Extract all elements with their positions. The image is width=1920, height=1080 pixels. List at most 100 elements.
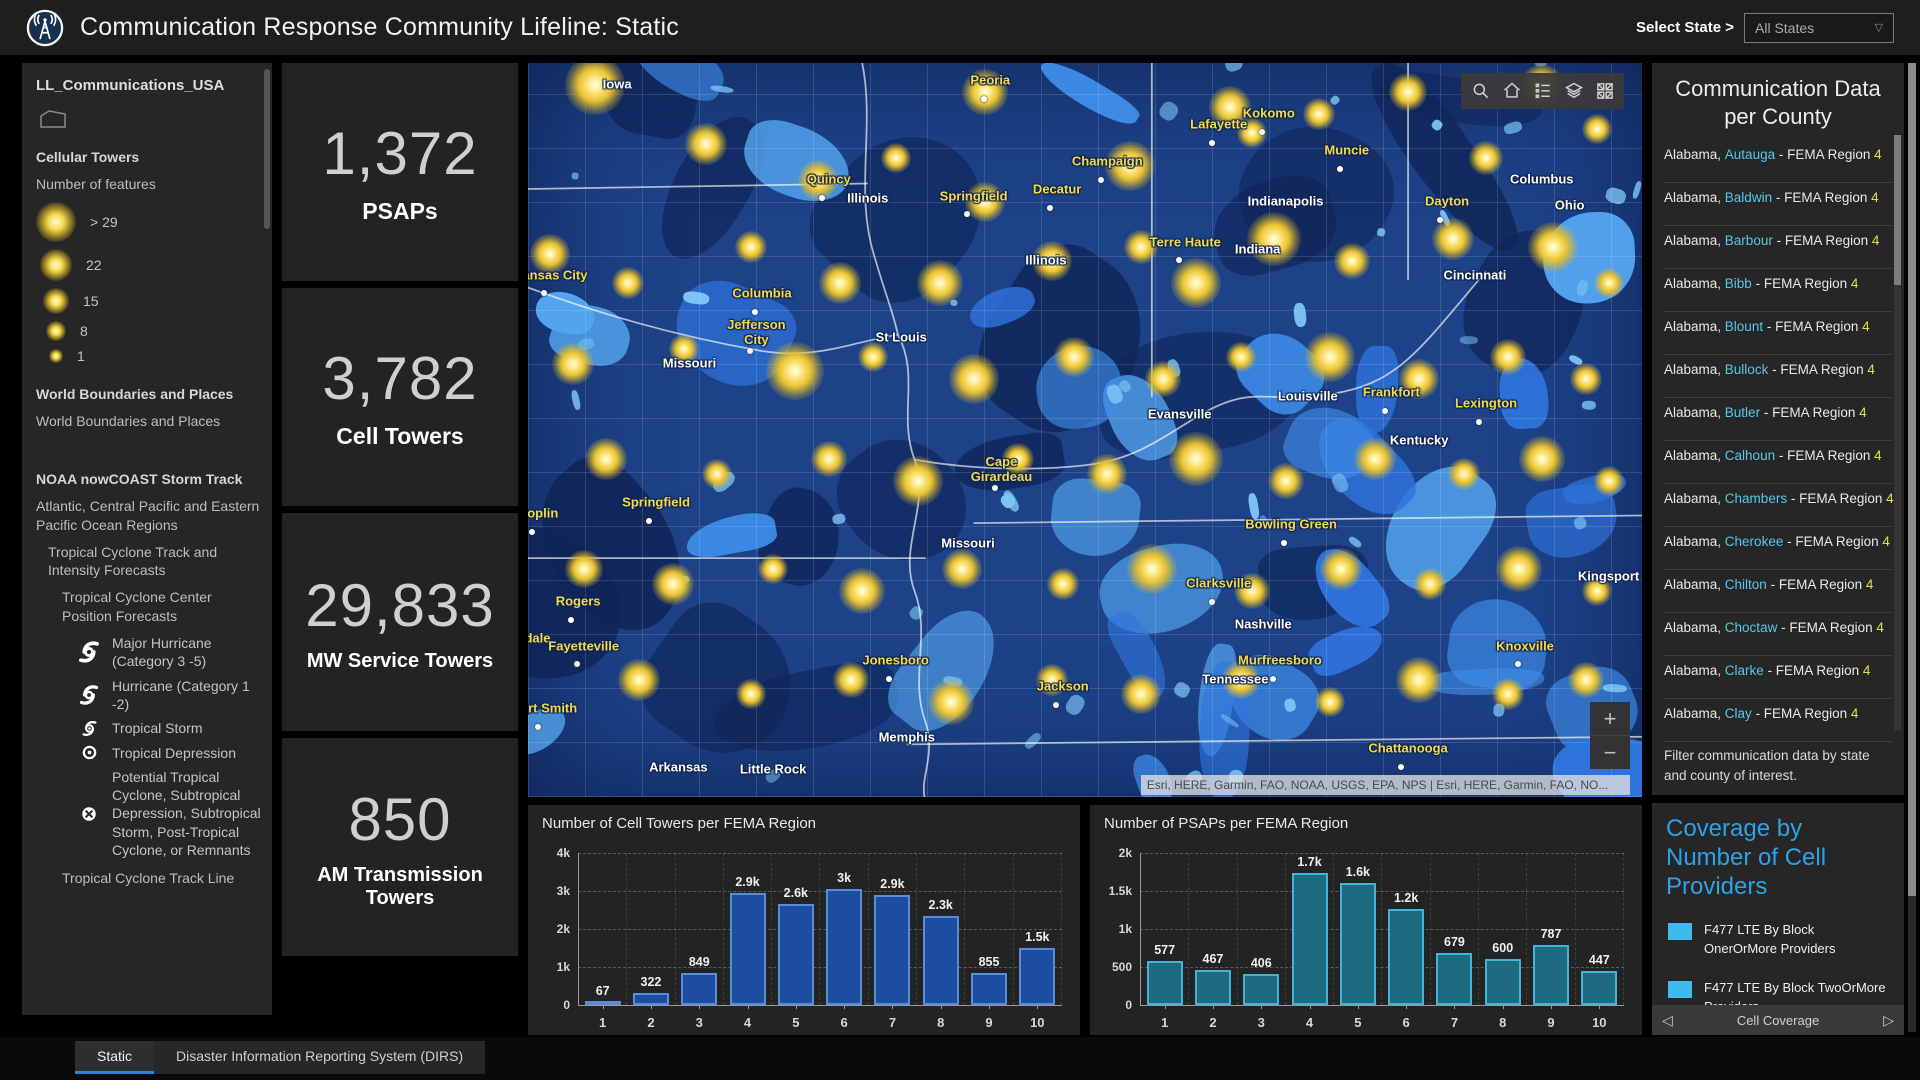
coverage-map[interactable]: IowaPeoriaKokomoLafayetteMuncieChampaign… (528, 63, 1642, 797)
zoom-in-button[interactable]: + (1590, 702, 1630, 735)
city-label: Joplin (528, 507, 558, 522)
x-axis-tick: 2 (1189, 1015, 1236, 1030)
x-axis-tickmark (844, 1005, 845, 1009)
bar[interactable] (633, 993, 669, 1005)
page-title: Communication Response Community Lifelin… (80, 13, 679, 42)
tower-dot (1389, 73, 1427, 111)
basemap-icon[interactable] (1589, 76, 1620, 106)
tower-dot (618, 659, 660, 701)
city-dot (529, 529, 535, 535)
bar[interactable] (971, 973, 1007, 1005)
tab-dirs[interactable]: Disaster Information Reporting System (D… (154, 1041, 485, 1074)
county-data-panel: Communication Data per County Alabama, A… (1652, 63, 1904, 795)
bar-value-label: 467 (1189, 952, 1236, 966)
bar[interactable] (1436, 953, 1472, 1005)
home-icon[interactable] (1496, 76, 1527, 106)
bar-value-label: 2.3k (917, 898, 964, 912)
tower-dot (736, 679, 766, 709)
search-icon[interactable] (1465, 76, 1496, 106)
legend-sidebar[interactable]: LL_Communications_USA Cellular Towers Nu… (22, 63, 272, 1015)
county-row[interactable]: Alabama, Calhoun - FEMA Region 4 (1664, 441, 1892, 484)
bar-value-label: 600 (1479, 941, 1526, 955)
tower-density-dot (49, 349, 63, 363)
bar-slot: 7879 (1527, 853, 1575, 1005)
bar[interactable] (1533, 945, 1569, 1005)
bar[interactable] (923, 916, 959, 1005)
zoom-out-button[interactable]: − (1590, 735, 1630, 769)
pager-next-icon[interactable]: ▷ (1883, 1012, 1894, 1029)
city-label: Kingsport (1578, 569, 1639, 584)
bar[interactable] (826, 889, 862, 1005)
city-label: Fayetteville (548, 639, 619, 654)
county-row[interactable]: Alabama, Bibb - FEMA Region 4 (1664, 269, 1892, 312)
bar[interactable] (1388, 909, 1424, 1005)
chart-psaps: Number of PSAPs per FEMA Region 2k1.5k1k… (1090, 805, 1642, 1035)
x-axis-tick: 9 (965, 1015, 1012, 1030)
county-row[interactable]: Alabama, Clay - FEMA Region 4 (1664, 699, 1892, 742)
bar-slot: 44710 (1576, 853, 1624, 1005)
bar[interactable] (1195, 970, 1231, 1005)
chevron-down-icon: ▽ (1875, 21, 1883, 34)
legend-item: F477 LTE By Block OnerOrMore Providers (1666, 921, 1890, 959)
tower-dot (1334, 243, 1370, 279)
bar[interactable] (778, 904, 814, 1005)
city-label: Springfield (622, 496, 690, 511)
tower-dot (1121, 674, 1161, 714)
state-dropdown[interactable]: All States ▽ (1744, 13, 1894, 43)
coverage-legend-panel: Coverage by Number of Cell Providers F47… (1652, 803, 1904, 1035)
county-row[interactable]: Alabama, Bullock - FEMA Region 4 (1664, 355, 1892, 398)
city-label: Springfield (940, 189, 1008, 204)
city-label: Indianapolis (1248, 195, 1324, 210)
tower-dot (1127, 544, 1177, 594)
bar-value-label: 1.6k (1334, 865, 1381, 879)
county-row[interactable]: Alabama, Butler - FEMA Region 4 (1664, 398, 1892, 441)
bar[interactable] (1243, 974, 1279, 1005)
bar[interactable] (1292, 873, 1328, 1005)
county-row[interactable]: Alabama, Clarke - FEMA Region 4 (1664, 656, 1892, 699)
county-row[interactable]: Alabama, Autauga - FEMA Region 4 (1664, 140, 1892, 183)
y-axis-tick: 500 (1112, 960, 1132, 974)
county-row[interactable]: Alabama, Choctaw - FEMA Region 4 (1664, 613, 1892, 656)
bar-slot: 8493 (676, 853, 724, 1005)
bar[interactable] (1019, 948, 1055, 1005)
legend-item-label: Potential Tropical Cyclone, Subtropical … (112, 768, 264, 859)
county-list-scrollbar[interactable] (1894, 135, 1901, 731)
city-label: Little Rock (740, 762, 806, 777)
major-hurricane-icon (74, 639, 104, 665)
county-row[interactable]: Alabama, Chambers - FEMA Region 4 (1664, 484, 1892, 527)
tower-dot (758, 554, 788, 584)
bar[interactable] (874, 895, 910, 1005)
tower-dot (1568, 662, 1604, 698)
dashboard: Communication Response Community Lifelin… (0, 0, 1920, 1080)
map-zoom-control: + − (1590, 702, 1630, 769)
map-attribution: Esri, HERE, Garmin, FAO, NOAA, USGS, EPA… (1141, 775, 1630, 795)
county-row[interactable]: Alabama, Cherokee - FEMA Region 4 (1664, 527, 1892, 570)
bar[interactable] (1340, 883, 1376, 1005)
tab-static[interactable]: Static (75, 1041, 154, 1074)
tower-dot (1054, 337, 1094, 377)
bar[interactable] (1147, 961, 1183, 1005)
sidebar-scrollbar[interactable] (264, 69, 270, 229)
bar[interactable] (681, 973, 717, 1005)
bar[interactable] (1485, 959, 1521, 1005)
bar-slot: 2.9k4 (724, 853, 772, 1005)
county-row[interactable]: Alabama, Barbour - FEMA Region 4 (1664, 226, 1892, 269)
county-row[interactable]: Alabama, Baldwin - FEMA Region 4 (1664, 183, 1892, 226)
right-scrollbar[interactable] (1908, 63, 1916, 1032)
bar[interactable] (730, 893, 766, 1005)
city-label: St Louis (876, 331, 927, 346)
legend-icon[interactable] (1527, 76, 1558, 106)
pager-prev-icon[interactable]: ◁ (1662, 1012, 1673, 1029)
x-axis-tick: 1 (579, 1015, 626, 1030)
x-axis-tick: 7 (1431, 1015, 1478, 1030)
county-row[interactable]: Alabama, Blount - FEMA Region 4 (1664, 312, 1892, 355)
legend-item-label: Tropical Depression (112, 744, 236, 762)
coverage-panel-title: Coverage by Number of Cell Providers (1666, 815, 1890, 901)
bar[interactable] (1581, 971, 1617, 1005)
layers-icon[interactable] (1558, 76, 1589, 106)
county-row[interactable]: Alabama, Chilton - FEMA Region 4 (1664, 570, 1892, 613)
tower-dot (1247, 212, 1301, 266)
stat-card-am-towers: 850 AM Transmission Towers (282, 738, 518, 956)
tower-density-dot (36, 202, 76, 242)
tower-dot (565, 550, 603, 588)
